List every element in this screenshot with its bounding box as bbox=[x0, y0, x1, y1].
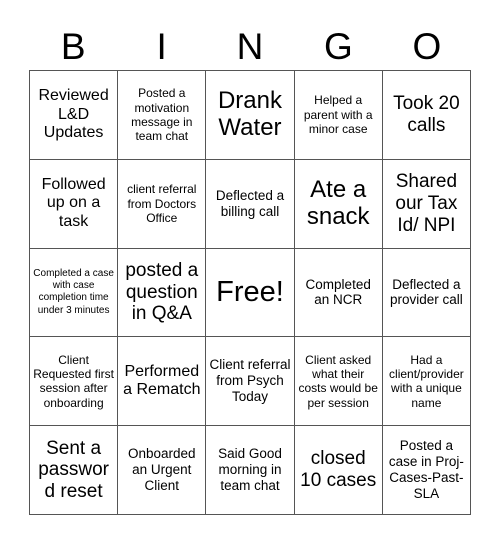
bingo-cell[interactable]: Drank Water bbox=[206, 71, 295, 160]
bingo-cell[interactable]: Completed a case with case completion ti… bbox=[30, 248, 119, 338]
bingo-cell-text: Followed up on a task bbox=[41, 175, 106, 230]
bingo-cell-text: Reviewed L&D Updates bbox=[38, 87, 109, 142]
bingo-cell[interactable]: client referral from Doctors Office bbox=[118, 159, 207, 249]
bingo-grid: Reviewed L&D Updates Posted a motivation… bbox=[29, 70, 471, 515]
bingo-cell-text: Shared our Tax Id/ NPI bbox=[395, 171, 458, 236]
bingo-cell-text: client referral from Doctors Office bbox=[127, 182, 197, 225]
bingo-cell-text: Completed an NCR bbox=[305, 276, 371, 308]
bingo-cell-text: closed 10 cases bbox=[300, 448, 377, 492]
bingo-cell-text: Said Good morning in team chat bbox=[218, 446, 282, 494]
bingo-cell-text: Performed a Rematch bbox=[123, 362, 201, 399]
bingo-cell-text: Onboarded an Urgent Client bbox=[128, 446, 196, 494]
bingo-cell-text: posted a question in Q&A bbox=[125, 260, 199, 325]
bingo-cell[interactable]: Client asked what their costs would be p… bbox=[294, 337, 383, 427]
bingo-header-letter-b: B bbox=[60, 25, 86, 67]
bingo-cell-text: Posted a motivation message in team chat bbox=[131, 86, 193, 144]
bingo-cell[interactable]: Ate a snack bbox=[294, 159, 383, 249]
bingo-cell-text: Ate a snack bbox=[306, 175, 370, 230]
bingo-header-letter-i: I bbox=[156, 25, 167, 67]
bingo-cell-text: Took 20 calls bbox=[393, 93, 460, 136]
bingo-cell-text: Client Requested first session after onb… bbox=[33, 352, 114, 410]
bingo-cell-text: Had a client/provider with a unique name bbox=[389, 352, 464, 410]
bingo-cell[interactable]: Helped a parent with a minor case bbox=[294, 71, 383, 160]
bingo-cell[interactable]: Client referral from Psych Today bbox=[206, 337, 295, 427]
bingo-cell-free-space[interactable]: Free! bbox=[206, 248, 295, 338]
bingo-cell[interactable]: Client Requested first session after onb… bbox=[30, 337, 119, 427]
bingo-cell[interactable]: posted a question in Q&A bbox=[118, 248, 207, 338]
bingo-cell[interactable]: closed 10 cases bbox=[294, 426, 383, 515]
bingo-card: B I N G O Reviewed L&D Updates Posted a … bbox=[0, 0, 500, 544]
bingo-cell[interactable]: Shared our Tax Id/ NPI bbox=[382, 159, 471, 249]
bingo-header-letter-g: G bbox=[324, 25, 353, 67]
bingo-header: B I N G O bbox=[29, 22, 471, 70]
bingo-cell-text: Completed a case with case completion ti… bbox=[33, 268, 114, 316]
bingo-cell-text: Deflected a provider call bbox=[390, 276, 463, 308]
bingo-cell[interactable]: Onboarded an Urgent Client bbox=[118, 426, 207, 515]
bingo-cell[interactable]: Posted a case in Proj-Cases-Past-SLA bbox=[382, 426, 471, 515]
bingo-cell[interactable]: Followed up on a task bbox=[30, 159, 119, 249]
bingo-cell[interactable]: Reviewed L&D Updates bbox=[30, 71, 119, 160]
bingo-cell-text: Posted a case in Proj-Cases-Past-SLA bbox=[388, 438, 464, 502]
bingo-cell[interactable]: Completed an NCR bbox=[294, 248, 383, 338]
bingo-cell[interactable]: Posted a motivation message in team chat bbox=[118, 71, 207, 160]
bingo-cell[interactable]: Had a client/provider with a unique name bbox=[382, 337, 471, 427]
bingo-header-letter-n: N bbox=[236, 25, 264, 67]
bingo-cell-text: Drank Water bbox=[217, 87, 282, 141]
bingo-cell[interactable]: Performed a Rematch bbox=[118, 337, 207, 427]
bingo-cell[interactable]: Said Good morning in team chat bbox=[206, 426, 295, 515]
bingo-cell[interactable]: Deflected a provider call bbox=[382, 248, 471, 338]
bingo-header-letter-o: O bbox=[412, 25, 442, 67]
bingo-cell-text: Deflected a billing call bbox=[215, 187, 285, 219]
bingo-cell-text: Sent a password reset bbox=[38, 437, 109, 502]
bingo-cell-text: Client referral from Psych Today bbox=[209, 357, 291, 405]
bingo-cell-text: Helped a parent with a minor case bbox=[303, 93, 373, 137]
bingo-cell-text: Client asked what their costs would be p… bbox=[298, 352, 378, 410]
bingo-cell[interactable]: Deflected a billing call bbox=[206, 159, 295, 249]
bingo-cell[interactable]: Sent a password reset bbox=[30, 426, 119, 515]
bingo-cell[interactable]: Took 20 calls bbox=[382, 71, 471, 160]
bingo-free-space-text: Free! bbox=[216, 276, 284, 309]
